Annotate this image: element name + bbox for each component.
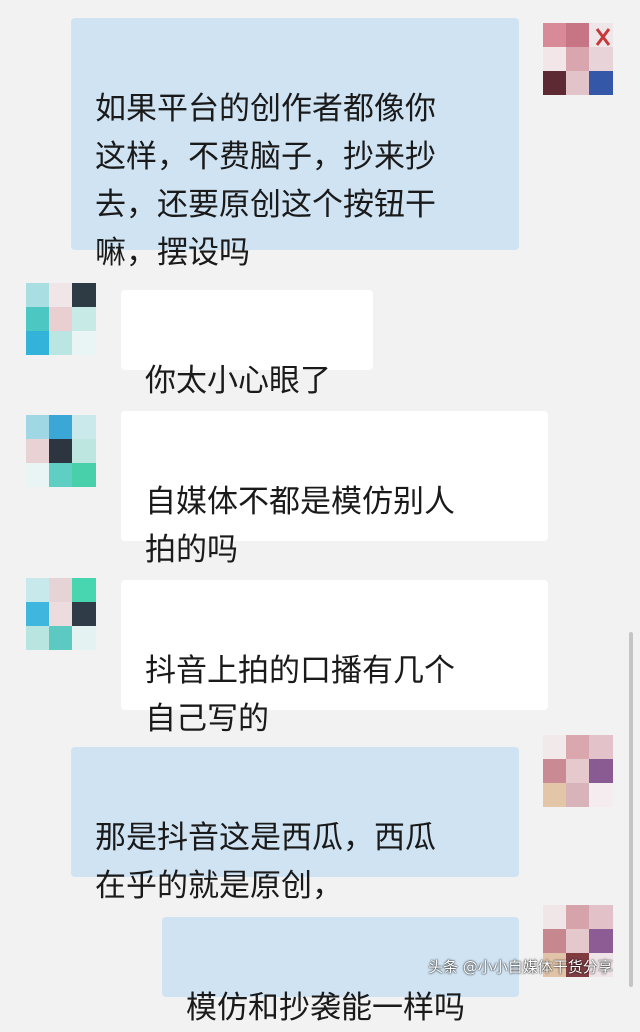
message-text: 那是抖音这是西瓜，西瓜 在乎的就是原创， [95, 820, 436, 904]
avatar[interactable] [26, 415, 96, 487]
message-text: 抖音上拍的口播有几个 自己写的 [145, 653, 455, 737]
message-text: 自媒体不都是模仿别人 拍的吗 [145, 484, 455, 568]
blurred-avatar-icon [543, 735, 613, 807]
avatar[interactable] [543, 735, 613, 807]
blurred-avatar-icon [26, 578, 96, 650]
message-text: 如果平台的创作者都像你 这样，不费脑子，抄来抄 去，还要原创这个按钮干 嘛，摆设… [95, 91, 436, 271]
message-bubble-sent[interactable]: 如果平台的创作者都像你 这样，不费脑子，抄来抄 去，还要原创这个按钮干 嘛，摆设… [71, 18, 519, 271]
blurred-avatar-icon [543, 23, 613, 95]
message-text: 模仿和抄袭能一样吗 [186, 990, 465, 1026]
message-bubble-sent[interactable]: 那是抖音这是西瓜，西瓜 在乎的就是原创， [71, 747, 519, 904]
message-bubble-received[interactable]: 抖音上拍的口播有几个 自己写的 [121, 580, 548, 737]
avatar[interactable] [26, 578, 96, 650]
message-bubble-received[interactable]: 你太小心眼了 [121, 290, 373, 399]
avatar[interactable] [543, 23, 613, 95]
message-bubble-received[interactable]: 自媒体不都是模仿别人 拍的吗 [121, 411, 548, 568]
scrollbar[interactable] [629, 632, 633, 987]
avatar[interactable] [26, 283, 96, 355]
blurred-avatar-icon [26, 283, 96, 355]
chat-conversation: 如果平台的创作者都像你 这样，不费脑子，抄来抄 去，还要原创这个按钮干 嘛，摆设… [0, 0, 640, 1026]
blurred-avatar-icon [26, 415, 96, 487]
watermark-text: 头条 @小小自媒体干货分享 [428, 958, 613, 976]
message-text: 你太小心眼了 [145, 363, 331, 399]
